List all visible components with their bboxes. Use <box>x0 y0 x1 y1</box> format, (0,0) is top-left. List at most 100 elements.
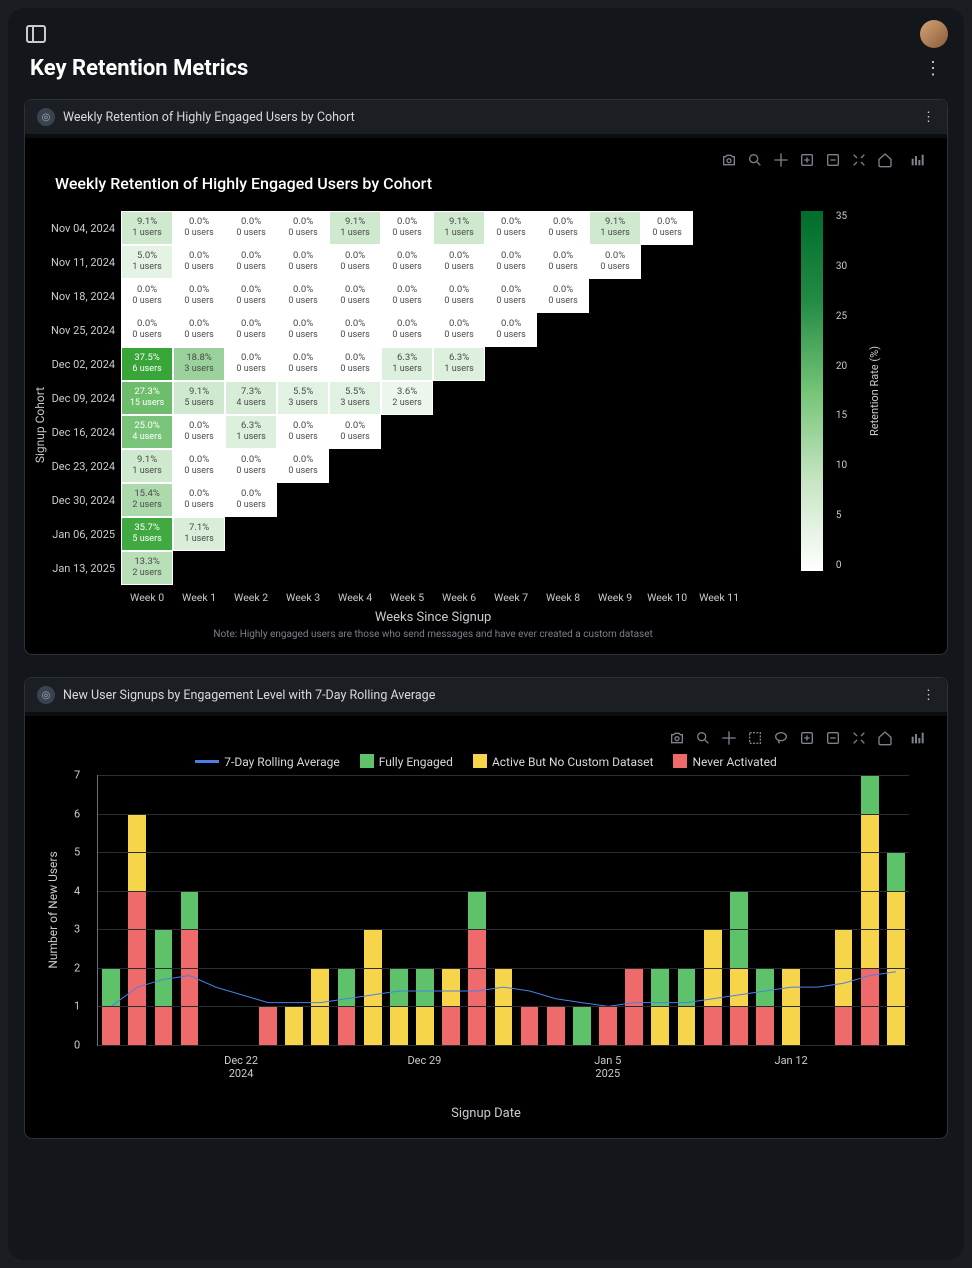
heatmap-cell[interactable]: 0.0%0 users <box>537 279 589 313</box>
heatmap-cell[interactable]: 0.0%0 users <box>225 313 277 347</box>
bar-column[interactable] <box>360 775 386 1045</box>
bar-column[interactable] <box>778 775 804 1045</box>
home-icon[interactable] <box>877 152 893 168</box>
bar-column[interactable] <box>255 775 281 1045</box>
heatmap-cell[interactable]: 0.0%0 users <box>277 245 329 279</box>
box-select-icon[interactable] <box>747 730 763 746</box>
page-more-button[interactable]: ⋮ <box>924 58 942 79</box>
heatmap-cell[interactable]: 0.0%0 users <box>277 211 329 245</box>
heatmap-cell[interactable]: 15.4%2 users <box>121 483 173 517</box>
bar-column[interactable] <box>595 775 621 1045</box>
zoom-icon[interactable] <box>695 730 711 746</box>
bar-column[interactable] <box>412 775 438 1045</box>
heatmap-cell[interactable]: 0.0%0 users <box>277 415 329 449</box>
heatmap-cell[interactable]: 6.3%1 users <box>433 347 485 381</box>
bar-column[interactable] <box>307 775 333 1045</box>
bar-column[interactable] <box>438 775 464 1045</box>
legend-item-rolling[interactable]: 7-Day Rolling Average <box>195 755 339 769</box>
zoom-in-icon[interactable] <box>799 152 815 168</box>
legend-item-fully-engaged[interactable]: Fully Engaged <box>360 754 453 769</box>
heatmap-cell[interactable]: 0.0%0 users <box>433 245 485 279</box>
heatmap-cell[interactable]: 0.0%0 users <box>381 245 433 279</box>
legend-item-active[interactable]: Active But No Custom Dataset <box>473 754 654 769</box>
heatmap-cell[interactable]: 0.0%0 users <box>277 449 329 483</box>
bar-column[interactable] <box>830 775 856 1045</box>
heatmap-cell[interactable]: 0.0%0 users <box>173 449 225 483</box>
bar-column[interactable] <box>543 775 569 1045</box>
bar-column[interactable] <box>386 775 412 1045</box>
autoscale-icon[interactable] <box>851 152 867 168</box>
heatmap-cell[interactable]: 0.0%0 users <box>589 245 641 279</box>
heatmap-cell[interactable]: 0.0%0 users <box>329 313 381 347</box>
heatmap-cell[interactable]: 6.3%1 users <box>381 347 433 381</box>
heatmap-cell[interactable]: 0.0%0 users <box>277 347 329 381</box>
camera-icon[interactable] <box>669 730 685 746</box>
heatmap-cell[interactable]: 0.0%0 users <box>277 279 329 313</box>
heatmap-cell[interactable]: 13.3%2 users <box>121 551 173 585</box>
heatmap-cell[interactable]: 0.0%0 users <box>485 211 537 245</box>
bar-column[interactable] <box>98 775 124 1045</box>
bar-column[interactable] <box>176 775 202 1045</box>
panel1-more-button[interactable]: ⋮ <box>922 110 935 125</box>
heatmap-cell[interactable]: 9.1%1 users <box>589 211 641 245</box>
heatmap-cell[interactable]: 0.0%0 users <box>173 211 225 245</box>
pan-icon[interactable] <box>721 730 737 746</box>
sidebar-toggle-icon[interactable] <box>24 22 48 46</box>
heatmap-cell[interactable]: 9.1%1 users <box>433 211 485 245</box>
heatmap-cell[interactable]: 0.0%0 users <box>225 279 277 313</box>
heatmap-cell[interactable]: 5.5%3 users <box>277 381 329 415</box>
heatmap-cell[interactable]: 0.0%0 users <box>173 483 225 517</box>
bar-column[interactable] <box>203 775 229 1045</box>
heatmap-cell[interactable]: 0.0%0 users <box>173 245 225 279</box>
heatmap-cell[interactable]: 0.0%0 users <box>121 313 173 347</box>
heatmap-cell[interactable]: 0.0%0 users <box>381 279 433 313</box>
camera-icon[interactable] <box>721 152 737 168</box>
bar-column[interactable] <box>569 775 595 1045</box>
home-icon[interactable] <box>877 730 893 746</box>
bar-column[interactable] <box>621 775 647 1045</box>
autoscale-icon[interactable] <box>851 730 867 746</box>
zoom-out-icon[interactable] <box>825 152 841 168</box>
heatmap-cell[interactable]: 0.0%0 users <box>641 211 693 245</box>
heatmap-cell[interactable]: 6.3%1 users <box>225 415 277 449</box>
bar-column[interactable] <box>726 775 752 1045</box>
heatmap-cell[interactable]: 0.0%0 users <box>329 347 381 381</box>
bar-column[interactable] <box>673 775 699 1045</box>
heatmap-cell[interactable]: 5.5%3 users <box>329 381 381 415</box>
bar-column[interactable] <box>517 775 543 1045</box>
plotly-logo-icon[interactable] <box>909 730 925 746</box>
heatmap-cell[interactable]: 18.8%3 users <box>173 347 225 381</box>
heatmap-cell[interactable]: 0.0%0 users <box>225 483 277 517</box>
heatmap-cell[interactable]: 0.0%0 users <box>485 313 537 347</box>
bar-column[interactable] <box>752 775 778 1045</box>
heatmap-cell[interactable]: 0.0%0 users <box>485 245 537 279</box>
heatmap-cell[interactable]: 0.0%0 users <box>225 211 277 245</box>
bar-column[interactable] <box>857 775 883 1045</box>
heatmap-cell[interactable]: 7.1%1 users <box>173 517 225 551</box>
panel2-more-button[interactable]: ⋮ <box>922 688 935 703</box>
heatmap-cell[interactable]: 37.5%6 users <box>121 347 173 381</box>
plotly-logo-icon[interactable] <box>909 152 925 168</box>
bar-column[interactable] <box>333 775 359 1045</box>
heatmap-cell[interactable]: 0.0%0 users <box>225 449 277 483</box>
bar-column[interactable] <box>229 775 255 1045</box>
pan-icon[interactable] <box>773 152 789 168</box>
zoom-in-icon[interactable] <box>799 730 815 746</box>
heatmap-cell[interactable]: 9.1%5 users <box>173 381 225 415</box>
heatmap-cell[interactable]: 0.0%0 users <box>225 347 277 381</box>
heatmap-cell[interactable]: 3.6%2 users <box>381 381 433 415</box>
heatmap-cell[interactable]: 0.0%0 users <box>173 313 225 347</box>
heatmap-cell[interactable]: 0.0%0 users <box>225 245 277 279</box>
heatmap-cell[interactable]: 0.0%0 users <box>381 313 433 347</box>
heatmap-cell[interactable]: 9.1%1 users <box>121 449 173 483</box>
zoom-out-icon[interactable] <box>825 730 841 746</box>
heatmap-cell[interactable]: 7.3%4 users <box>225 381 277 415</box>
heatmap-cell[interactable]: 0.0%0 users <box>329 415 381 449</box>
bar-column[interactable] <box>700 775 726 1045</box>
heatmap-cell[interactable]: 0.0%0 users <box>381 211 433 245</box>
bar-column[interactable] <box>647 775 673 1045</box>
heatmap-cell[interactable]: 9.1%1 users <box>329 211 381 245</box>
heatmap-cell[interactable]: 0.0%0 users <box>537 245 589 279</box>
heatmap-cell[interactable]: 27.3%15 users <box>121 381 173 415</box>
bar-column[interactable] <box>804 775 830 1045</box>
